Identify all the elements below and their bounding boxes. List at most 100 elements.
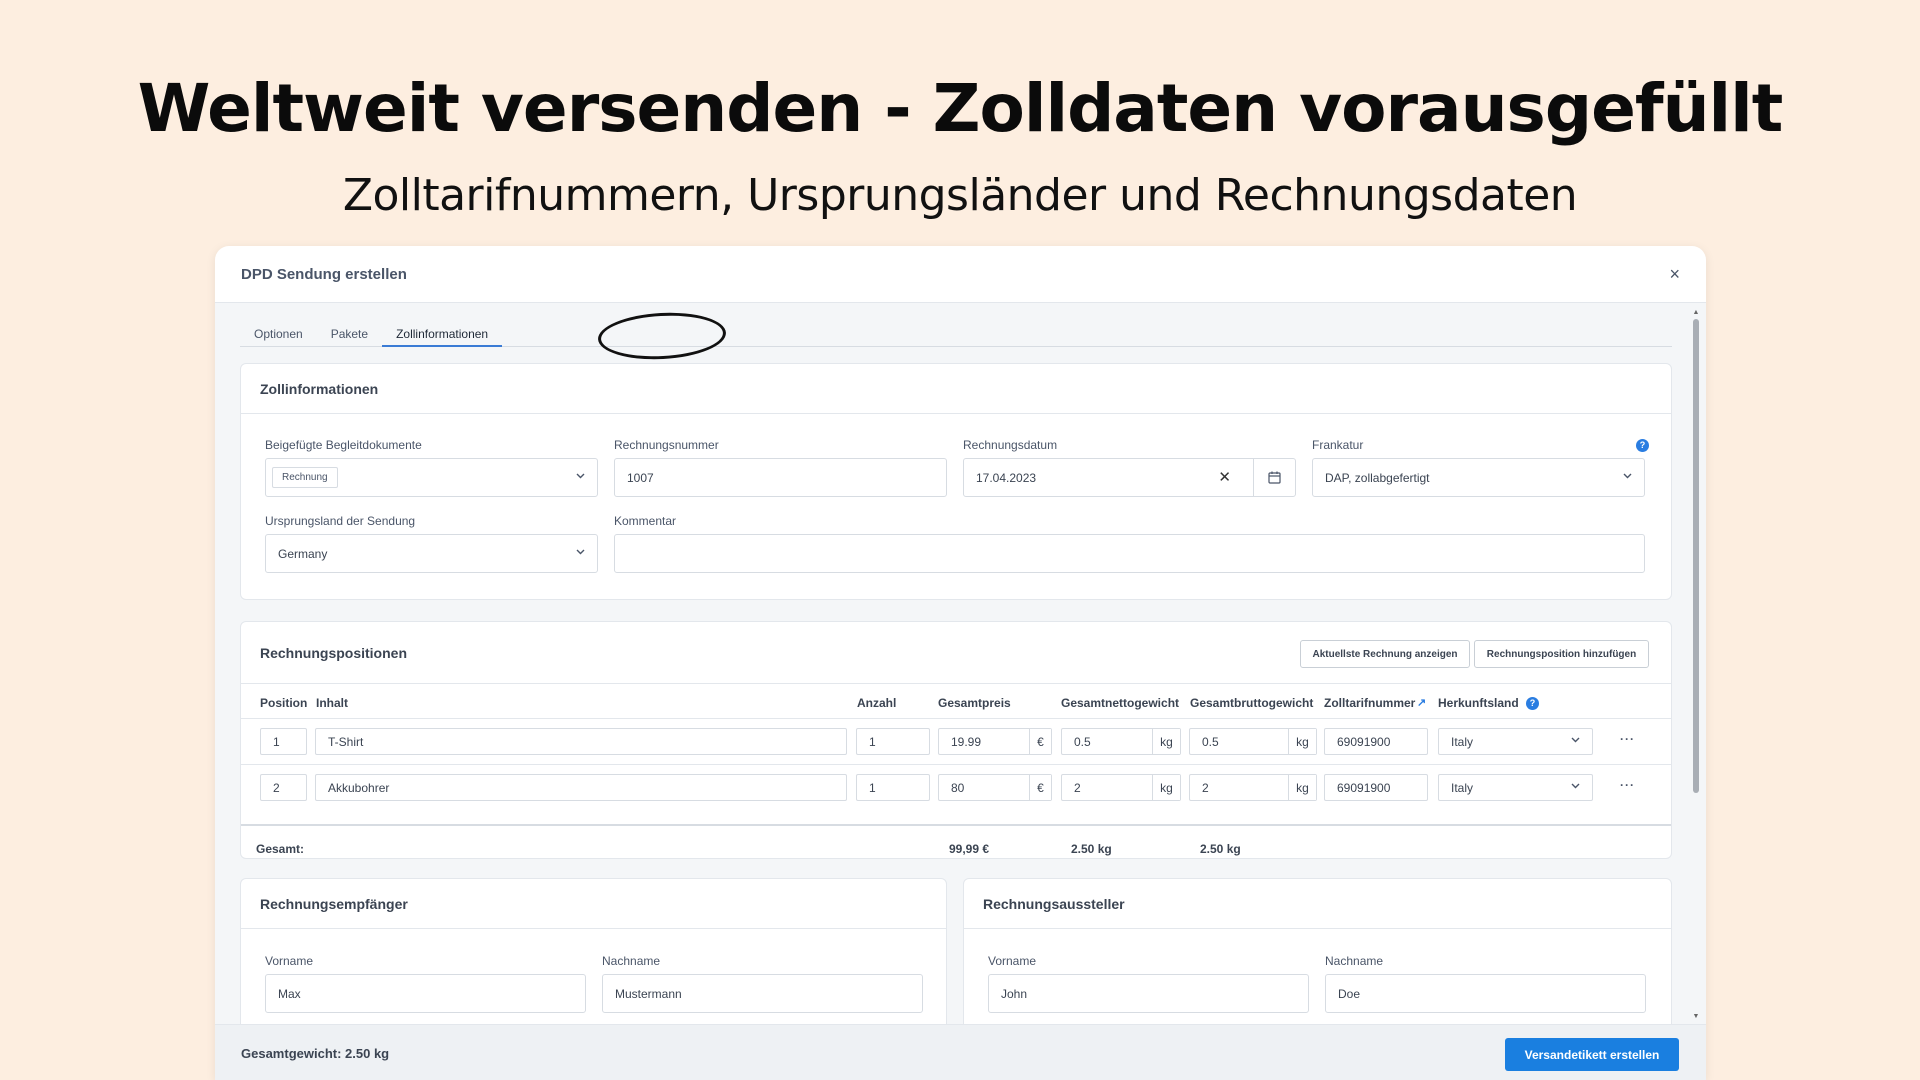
row-divider xyxy=(241,718,1671,719)
tariff-input[interactable]: 69091900 xyxy=(1324,774,1428,801)
col-net-weight: Gesamtnettogewicht xyxy=(1061,696,1180,710)
net-value: 2 xyxy=(1074,780,1081,795)
origin-label: Ursprungsland der Sendung xyxy=(265,514,416,528)
hero-subtitle: Zolltarifnummern, Ursprungsländer und Re… xyxy=(342,170,1578,221)
total-gross-weight: 2.50 kg xyxy=(1200,842,1241,856)
chevron-down-icon xyxy=(576,547,585,558)
col-qty: Anzahl xyxy=(857,696,897,710)
origin-value: Germany xyxy=(278,546,328,561)
calendar-icon[interactable] xyxy=(1253,459,1295,496)
docs-chip: Rechnung xyxy=(272,467,338,488)
frankatur-value: DAP, zollabgefertigt xyxy=(1325,470,1430,485)
recipient-card: Rechnungsempfänger Vorname Max Nachname … xyxy=(240,878,947,1024)
row-divider xyxy=(241,764,1671,765)
chevron-down-icon xyxy=(1623,471,1632,482)
recipient-first-input[interactable]: Max xyxy=(265,974,586,1013)
tab-optionen[interactable]: Optionen xyxy=(240,317,317,347)
country-value: Italy xyxy=(1451,780,1474,795)
issuer-first-input[interactable]: John xyxy=(988,974,1309,1013)
tariff-input[interactable]: 69091900 xyxy=(1324,728,1428,755)
scroll-thumb[interactable] xyxy=(1693,319,1699,793)
position-input[interactable]: 2 xyxy=(260,774,307,801)
content-input[interactable]: T-Shirt xyxy=(315,728,847,755)
modal-header: DPD Sendung erstellen × xyxy=(215,246,1706,303)
col-price: Gesamtpreis xyxy=(938,696,1011,710)
docs-label: Beigefügte Begleitdokumente xyxy=(265,438,422,452)
col-position: Position xyxy=(260,696,308,710)
country-value: Italy xyxy=(1451,734,1474,749)
total-price: 99,99 € xyxy=(949,842,990,856)
comment-textarea[interactable] xyxy=(614,534,1645,573)
scroll-down-icon[interactable]: ▼ xyxy=(1692,1013,1700,1020)
issuer-last-label: Nachname xyxy=(1325,954,1384,968)
country-select[interactable]: Italy xyxy=(1438,728,1593,755)
kg-unit: kg xyxy=(1152,729,1180,754)
recipient-last-label: Nachname xyxy=(602,954,661,968)
recipient-first-label: Vorname xyxy=(265,954,314,968)
scrollbar[interactable]: ▲ ▼ xyxy=(1692,309,1700,1021)
price-input[interactable]: 19.99 € xyxy=(938,728,1052,755)
total-divider xyxy=(241,824,1671,826)
add-position-button[interactable]: Rechnungsposition hinzufügen xyxy=(1474,640,1649,668)
col-gross-weight: Gesamtbruttogewicht xyxy=(1190,696,1314,710)
gross-weight-input[interactable]: 0.5 kg xyxy=(1189,728,1317,755)
close-icon[interactable]: × xyxy=(1669,264,1680,285)
price-input[interactable]: 80 € xyxy=(938,774,1052,801)
positions-card-title: Rechnungspositionen xyxy=(260,644,407,661)
modal-title: DPD Sendung erstellen xyxy=(241,265,407,283)
chevron-down-icon xyxy=(1571,735,1580,746)
issuer-card-title: Rechnungsaussteller xyxy=(983,895,1125,912)
chevron-down-icon xyxy=(576,471,585,482)
customs-card: Zollinformationen Beigefügte Begleitdoku… xyxy=(240,363,1672,600)
frankatur-label: Frankatur xyxy=(1312,438,1364,452)
tab-zollinformationen[interactable]: Zollinformationen xyxy=(382,317,503,347)
create-label-button[interactable]: Versandetikett erstellen xyxy=(1505,1038,1679,1071)
net-value: 0.5 xyxy=(1074,734,1091,749)
invoice-date-value: 17.04.2023 xyxy=(976,470,1037,485)
net-weight-input[interactable]: 0.5 kg xyxy=(1061,728,1181,755)
positions-card: Rechnungspositionen Aktuellste Rechnung … xyxy=(240,621,1672,859)
tab-bar: Optionen Pakete Zollinformationen xyxy=(240,317,1672,347)
chevron-down-icon xyxy=(1571,781,1580,792)
more-icon[interactable]: ··· xyxy=(1620,778,1635,792)
qty-input[interactable]: 1 xyxy=(856,728,930,755)
invoice-date-input[interactable]: 17.04.2023 ✕ xyxy=(963,458,1296,497)
invoice-date-label: Rechnungsdatum xyxy=(963,438,1058,452)
qty-input[interactable]: 1 xyxy=(856,774,930,801)
price-value: 19.99 xyxy=(951,734,982,749)
modal-footer: Gesamtgewicht: 2.50 kg Versandetikett er… xyxy=(215,1024,1706,1080)
invoice-number-input[interactable]: 1007 xyxy=(614,458,947,497)
clear-date-icon[interactable]: ✕ xyxy=(1218,468,1231,486)
scroll-up-icon[interactable]: ▲ xyxy=(1692,309,1700,316)
issuer-last-input[interactable]: Doe xyxy=(1325,974,1646,1013)
recipient-card-title: Rechnungsempfänger xyxy=(260,895,408,912)
external-link-icon[interactable]: ↗ xyxy=(1417,696,1426,709)
frankatur-select[interactable]: DAP, zollabgefertigt xyxy=(1312,458,1645,497)
gross-value: 0.5 xyxy=(1202,734,1219,749)
country-select[interactable]: Italy xyxy=(1438,774,1593,801)
customs-card-title: Zollinformationen xyxy=(260,380,379,397)
euro-unit: € xyxy=(1029,729,1051,754)
recipient-last-input[interactable]: Mustermann xyxy=(602,974,923,1013)
help-icon[interactable]: ? xyxy=(1526,697,1539,710)
content-input[interactable]: Akkubohrer xyxy=(315,774,847,801)
col-country: Herkunftsland xyxy=(1438,696,1519,710)
total-net-weight: 2.50 kg xyxy=(1071,842,1112,856)
docs-select[interactable]: Rechnung xyxy=(265,458,598,497)
origin-select[interactable]: Germany xyxy=(265,534,598,573)
euro-unit: € xyxy=(1029,775,1051,800)
kg-unit: kg xyxy=(1288,729,1316,754)
net-weight-input[interactable]: 2 kg xyxy=(1061,774,1181,801)
shipment-modal: DPD Sendung erstellen × Optionen Pakete … xyxy=(215,246,1706,1080)
gross-weight-input[interactable]: 2 kg xyxy=(1189,774,1317,801)
tab-pakete[interactable]: Pakete xyxy=(317,317,382,347)
kg-unit: kg xyxy=(1288,775,1316,800)
hero-title: Weltweit versenden - Zolldaten vorausgef… xyxy=(137,70,1784,147)
price-value: 80 xyxy=(951,780,965,795)
modal-body: Optionen Pakete Zollinformationen Zollin… xyxy=(215,303,1706,1024)
position-input[interactable]: 1 xyxy=(260,728,307,755)
show-invoice-button[interactable]: Aktuellste Rechnung anzeigen xyxy=(1300,640,1470,668)
total-label: Gesamt: xyxy=(256,842,305,856)
help-icon[interactable]: ? xyxy=(1636,439,1649,452)
more-icon[interactable]: ··· xyxy=(1620,732,1635,746)
